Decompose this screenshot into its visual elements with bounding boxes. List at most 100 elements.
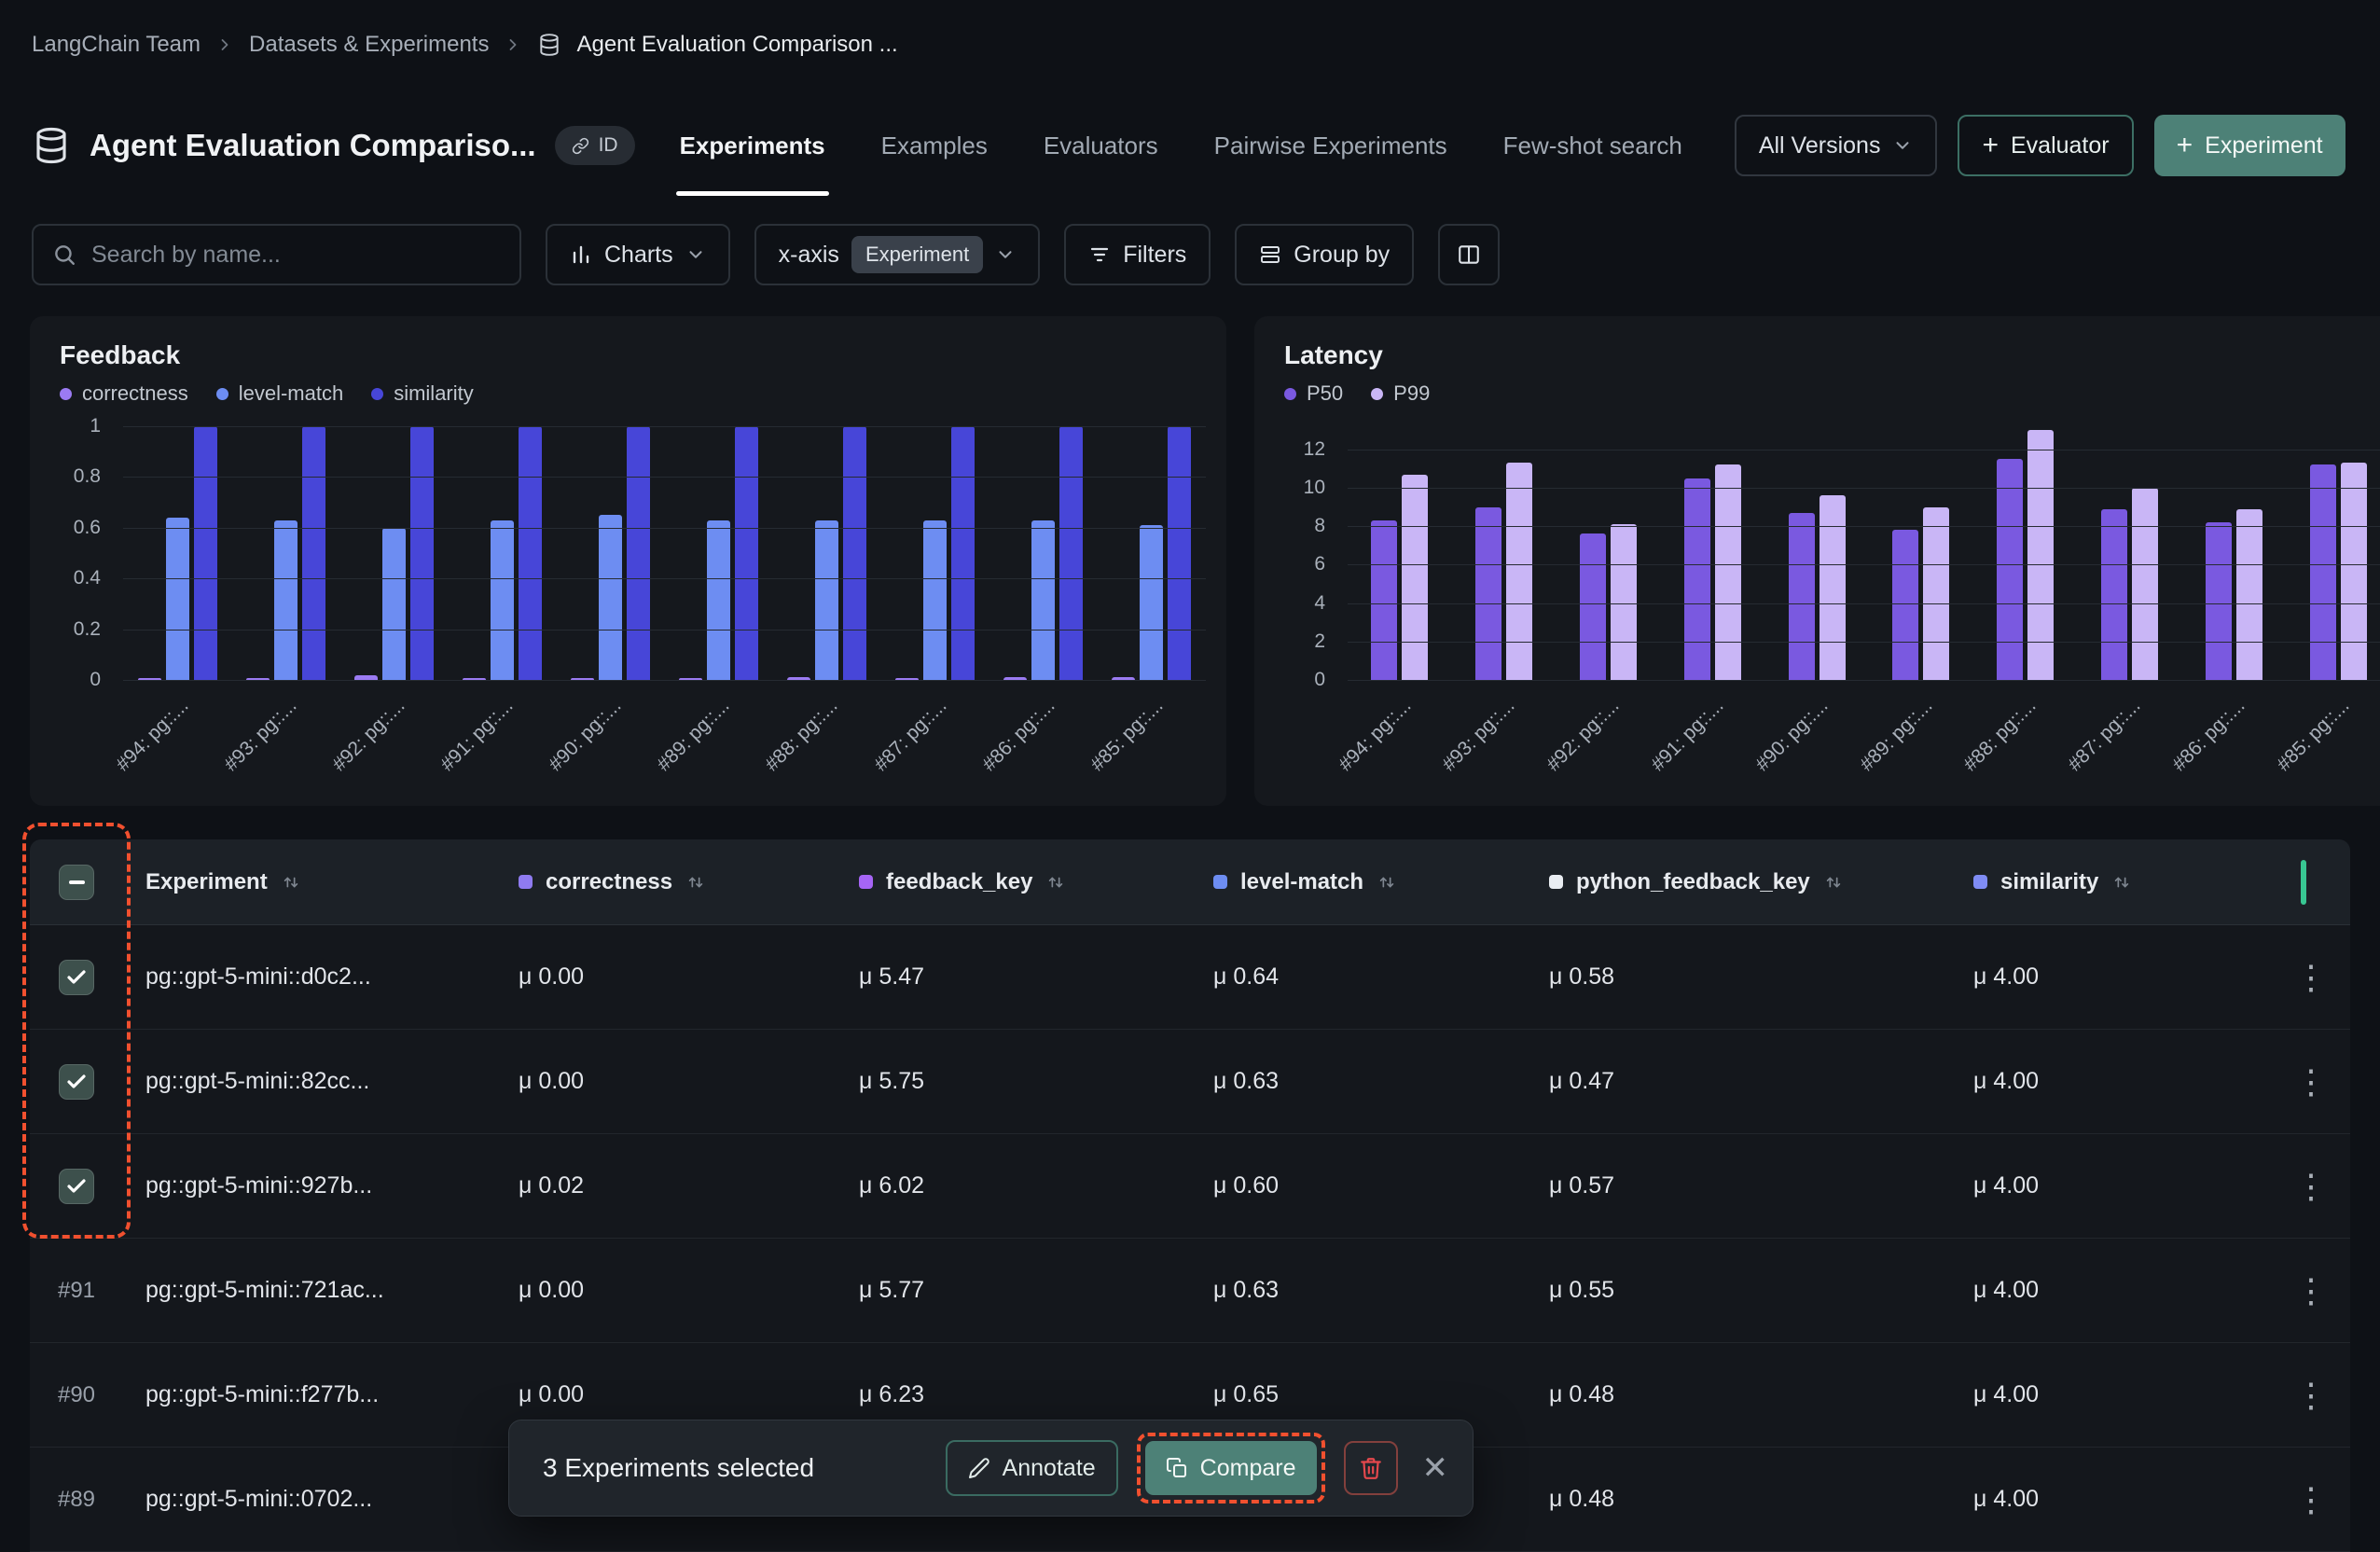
bar-P50[interactable] — [1789, 513, 1815, 680]
tab-evaluators[interactable]: Evaluators — [1040, 97, 1162, 194]
bar-similarity[interactable] — [519, 426, 542, 680]
bar-P99[interactable] — [1820, 495, 1846, 680]
bar-level-match[interactable] — [1031, 520, 1055, 680]
bar-P50[interactable] — [1475, 507, 1501, 680]
header-kebab-menu-icon[interactable]: ⋮ — [2366, 128, 2380, 163]
search-input[interactable] — [91, 242, 501, 269]
experiment-name-link[interactable]: pg::gpt-5-mini::f277b... — [123, 1343, 519, 1447]
sort-icon[interactable] — [2111, 872, 2132, 893]
columns-button[interactable] — [1438, 224, 1500, 285]
legend-item-P99[interactable]: P99 — [1371, 381, 1430, 406]
compare-button[interactable]: Compare — [1145, 1441, 1317, 1495]
breadcrumb-dataset-name[interactable]: Agent Evaluation Comparison ... — [576, 32, 897, 58]
experiment-name-link[interactable]: pg::gpt-5-mini::927b... — [123, 1134, 519, 1238]
bar-P99[interactable] — [2341, 463, 2367, 680]
tab-experiments[interactable]: Experiments — [676, 97, 829, 194]
add-evaluator-button[interactable]: + Evaluator — [1958, 115, 2133, 176]
legend-item-similarity[interactable]: similarity — [371, 381, 474, 406]
breadcrumb-datasets-experiments[interactable]: Datasets & Experiments — [249, 32, 489, 58]
bar-P99[interactable] — [1923, 507, 1949, 680]
experiment-name-link[interactable]: pg::gpt-5-mini::0702... — [123, 1448, 519, 1551]
tab-pairwise-experiments[interactable]: Pairwise Experiments — [1211, 97, 1451, 194]
bar-P50[interactable] — [2206, 522, 2232, 680]
delete-button[interactable] — [1344, 1441, 1398, 1495]
row-checkbox[interactable] — [59, 1169, 94, 1204]
x-axis-dropdown[interactable]: x-axis Experiment — [754, 224, 1041, 285]
row-checkbox[interactable] — [59, 960, 94, 995]
select-all-checkbox[interactable] — [59, 865, 94, 900]
bar-P99[interactable] — [2132, 488, 2158, 680]
column-header-Experiment[interactable]: Experiment — [123, 839, 519, 924]
add-experiment-button[interactable]: + Experiment — [2154, 115, 2345, 176]
experiment-name-link[interactable]: pg::gpt-5-mini::721ac... — [123, 1239, 519, 1342]
bar-similarity[interactable] — [410, 426, 434, 680]
bar-similarity[interactable] — [951, 426, 975, 680]
bar-level-match[interactable] — [815, 520, 838, 680]
column-header-similarity[interactable]: similarity — [1973, 839, 2276, 924]
bar-P99[interactable] — [2027, 430, 2054, 680]
column-header-feedback_key[interactable]: feedback_key — [859, 839, 1213, 924]
bar-level-match[interactable] — [274, 520, 298, 680]
bar-similarity[interactable] — [627, 426, 650, 680]
bar-P50[interactable] — [2101, 509, 2127, 680]
close-icon[interactable]: ✕ — [1422, 1452, 1449, 1484]
sort-icon[interactable] — [1377, 872, 1397, 893]
column-header-correctness[interactable]: correctness — [519, 839, 859, 924]
bar-similarity[interactable] — [1168, 426, 1191, 680]
row-kebab-menu-icon[interactable]: ⋮ — [2294, 1170, 2328, 1203]
sort-icon[interactable] — [685, 872, 706, 893]
bar-P50[interactable] — [2310, 464, 2336, 680]
bar-level-match[interactable] — [382, 528, 406, 680]
bar-level-match[interactable] — [599, 515, 622, 680]
filters-button[interactable]: Filters — [1064, 224, 1211, 285]
bar-P99[interactable] — [2236, 509, 2262, 680]
bar-similarity[interactable] — [843, 426, 866, 680]
bar-similarity[interactable] — [1059, 426, 1083, 680]
table-row[interactable]: pg::gpt-5-mini::d0c2...μ 0.00μ 5.47μ 0.6… — [30, 925, 2350, 1030]
bar-P99[interactable] — [1715, 464, 1741, 680]
bar-similarity[interactable] — [194, 426, 217, 680]
row-kebab-menu-icon[interactable]: ⋮ — [2294, 1483, 2328, 1517]
column-header-level-match[interactable]: level-match — [1213, 839, 1549, 924]
row-checkbox[interactable] — [59, 1064, 94, 1100]
table-row[interactable]: #91pg::gpt-5-mini::721ac...μ 0.00μ 5.77μ… — [30, 1239, 2350, 1343]
row-kebab-menu-icon[interactable]: ⋮ — [2294, 1274, 2328, 1308]
search-box[interactable] — [32, 224, 521, 285]
legend-item-level-match[interactable]: level-match — [216, 381, 343, 406]
bar-P99[interactable] — [1506, 463, 1532, 680]
dataset-id-badge[interactable]: ID — [555, 126, 635, 165]
bar-level-match[interactable] — [923, 520, 947, 680]
bar-P99[interactable] — [1402, 475, 1428, 680]
row-kebab-menu-icon[interactable]: ⋮ — [2294, 961, 2328, 994]
table-row[interactable]: pg::gpt-5-mini::927b...μ 0.02μ 6.02μ 0.6… — [30, 1134, 2350, 1239]
sort-icon[interactable] — [1045, 872, 1066, 893]
bar-P50[interactable] — [1580, 534, 1606, 680]
experiment-name-link[interactable]: pg::gpt-5-mini::82cc... — [123, 1030, 519, 1133]
bar-similarity[interactable] — [302, 426, 325, 680]
bar-level-match[interactable] — [707, 520, 730, 680]
group-by-button[interactable]: Group by — [1235, 224, 1414, 285]
sort-icon[interactable] — [281, 872, 301, 893]
table-row[interactable]: pg::gpt-5-mini::82cc...μ 0.00μ 5.75μ 0.6… — [30, 1030, 2350, 1134]
sort-icon[interactable] — [1823, 872, 1844, 893]
all-versions-dropdown[interactable]: All Versions — [1735, 115, 1938, 176]
annotate-button[interactable]: Annotate — [946, 1440, 1118, 1496]
legend-item-P50[interactable]: P50 — [1284, 381, 1343, 406]
bar-level-match[interactable] — [166, 518, 189, 680]
bar-level-match[interactable] — [1140, 525, 1163, 680]
row-kebab-menu-icon[interactable]: ⋮ — [2294, 1065, 2328, 1099]
bar-P50[interactable] — [1892, 530, 1918, 680]
experiment-name-link[interactable]: pg::gpt-5-mini::d0c2... — [123, 925, 519, 1029]
bar-P99[interactable] — [1611, 524, 1637, 680]
tab-examples[interactable]: Examples — [878, 97, 991, 194]
breadcrumb-team[interactable]: LangChain Team — [32, 32, 201, 58]
bar-P50[interactable] — [1684, 478, 1710, 680]
charts-dropdown[interactable]: Charts — [546, 224, 730, 285]
legend-item-correctness[interactable]: correctness — [60, 381, 188, 406]
row-kebab-menu-icon[interactable]: ⋮ — [2294, 1379, 2328, 1412]
bar-similarity[interactable] — [735, 426, 758, 680]
column-header-python_feedback_key[interactable]: python_feedback_key — [1549, 839, 1973, 924]
bar-level-match[interactable] — [491, 520, 514, 680]
bar-P50[interactable] — [1997, 459, 2023, 680]
bar-P50[interactable] — [1371, 520, 1397, 680]
